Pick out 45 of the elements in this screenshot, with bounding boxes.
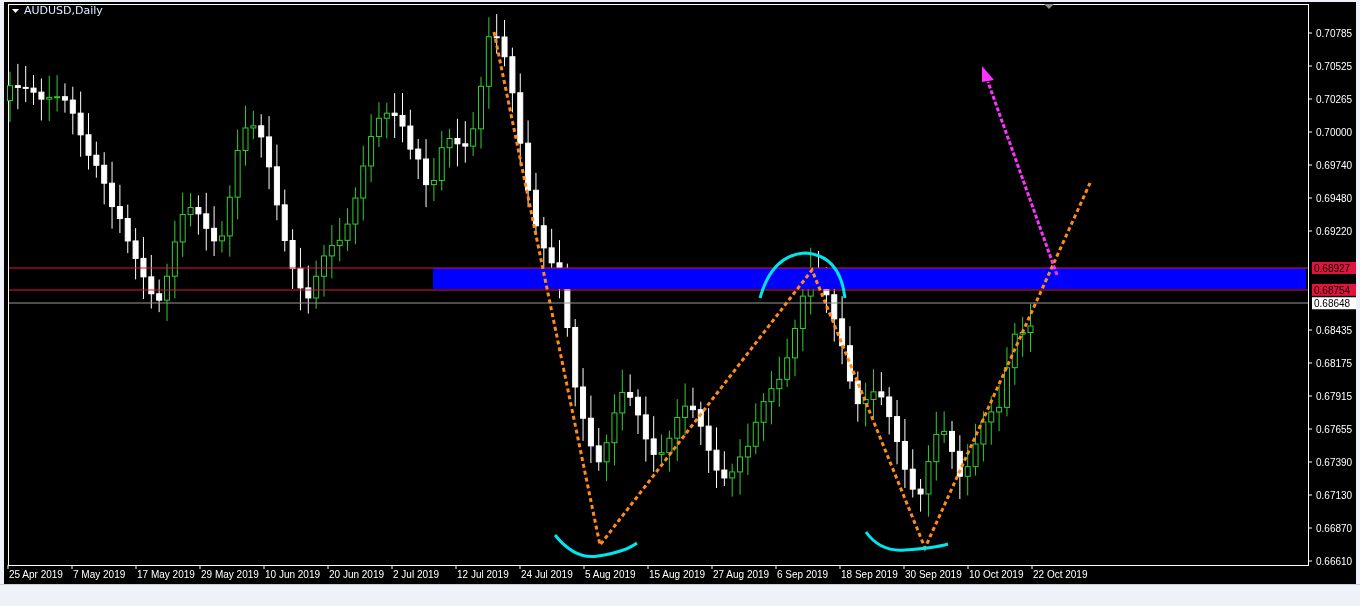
date-label: 5 Aug 2019 xyxy=(585,569,636,580)
price-label: 0.70265 xyxy=(1316,94,1353,105)
price-label: 0.67655 xyxy=(1316,424,1353,435)
date-label: 25 Apr 2019 xyxy=(9,569,63,580)
price-label: 0.67915 xyxy=(1316,391,1353,402)
chart-title: AUDUSD,Daily xyxy=(24,4,103,17)
price-label: 0.66610 xyxy=(1316,556,1353,567)
price-label: 0.70785 xyxy=(1316,28,1353,39)
price-label: 0.67390 xyxy=(1316,457,1353,468)
arrow-drawing[interactable] xyxy=(982,66,1059,276)
date-label: 10 Oct 2019 xyxy=(969,569,1024,580)
date-label: 24 Jul 2019 xyxy=(521,569,573,580)
shift-marker-icon[interactable] xyxy=(1044,4,1054,9)
price-label: 0.68175 xyxy=(1316,358,1353,369)
date-label: 2 Jul 2019 xyxy=(393,569,440,580)
trend-line[interactable] xyxy=(492,31,1092,552)
price-tag-label: 0.68927 xyxy=(1314,263,1351,274)
date-label: 27 Aug 2019 xyxy=(713,569,770,580)
date-label: 6 Sep 2019 xyxy=(777,569,829,580)
price-tag-label: 0.68754 xyxy=(1314,284,1351,296)
date-label: 30 Sep 2019 xyxy=(905,569,962,580)
date-label: 29 May 2019 xyxy=(201,569,259,580)
level-line[interactable] xyxy=(8,289,1309,291)
date-label: 7 May 2019 xyxy=(73,569,126,580)
price-label: 0.69220 xyxy=(1316,226,1353,237)
arc-line[interactable] xyxy=(553,534,638,558)
price-label: 0.66870 xyxy=(1316,523,1353,534)
date-label: 20 Jun 2019 xyxy=(329,569,385,580)
price-label: 0.67130 xyxy=(1316,490,1353,501)
date-label: 18 Sep 2019 xyxy=(841,569,898,580)
price-label: 0.70525 xyxy=(1316,61,1353,72)
price-label: 0.70000 xyxy=(1316,127,1353,138)
date-label: 22 Oct 2019 xyxy=(1033,569,1088,580)
price-label: 0.69480 xyxy=(1316,193,1353,204)
price-tag-label: 0.68648 xyxy=(1314,298,1351,310)
arc-line[interactable] xyxy=(758,251,847,299)
date-label: 15 Aug 2019 xyxy=(649,569,706,580)
date-label: 17 May 2019 xyxy=(137,569,195,580)
price-label: 0.69740 xyxy=(1316,160,1353,171)
date-label: 10 Jun 2019 xyxy=(265,569,321,580)
price-label: 0.68435 xyxy=(1316,325,1353,336)
level-line[interactable] xyxy=(8,267,1309,269)
dropdown-icon[interactable] xyxy=(12,9,19,13)
arc-line[interactable] xyxy=(864,531,949,552)
date-label: 12 Jul 2019 xyxy=(457,569,509,580)
